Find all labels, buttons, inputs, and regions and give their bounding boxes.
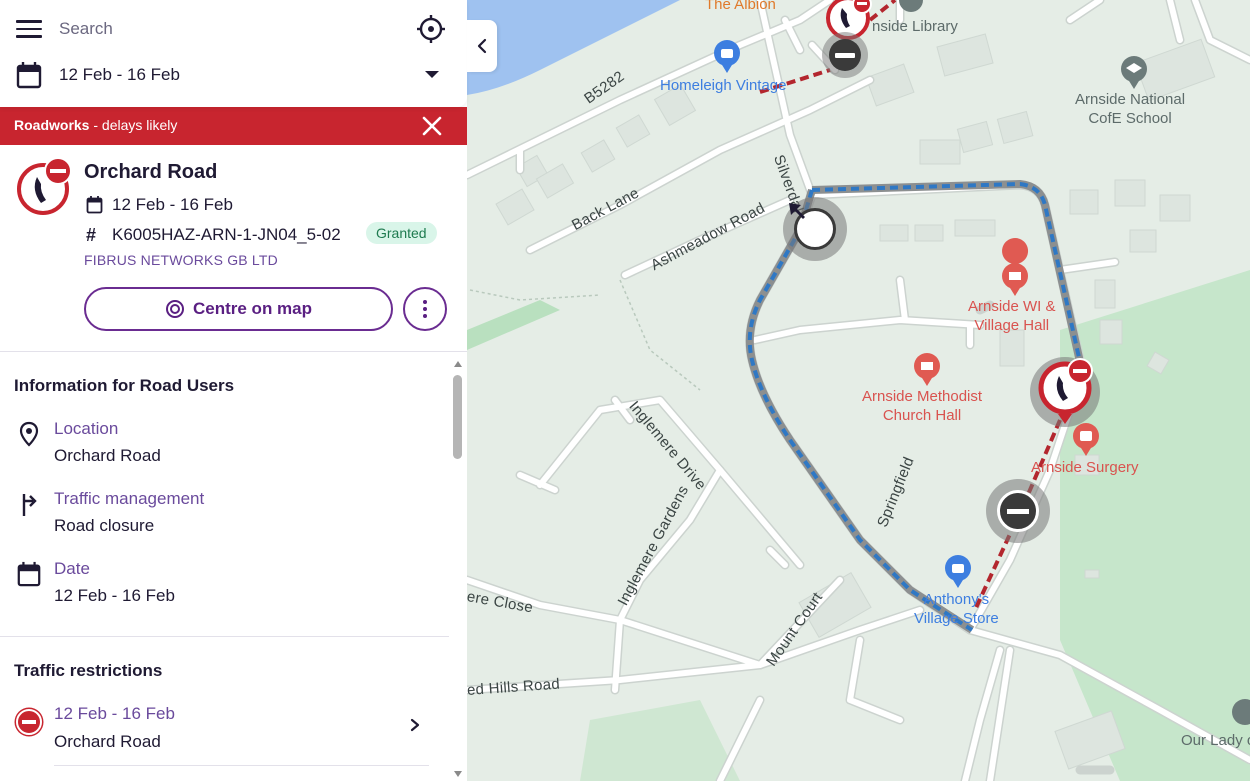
turn-right-icon [22,494,37,516]
scroll-down-arrow-icon[interactable] [454,771,462,777]
search-card: 12 Feb - 16 Feb [0,0,467,107]
date-range-value: 12 Feb - 16 Feb [59,65,180,84]
search-input[interactable] [59,16,389,42]
poi-label-methodist-church-hall[interactable]: Arnside Methodist Church Hall [862,387,982,425]
date-label: Date [54,559,90,578]
collapse-panel-button[interactable] [467,20,497,72]
poi-label-village-store[interactable]: Anthony's Village Store [914,590,999,628]
poi-label-methodist-line1: Arnside Methodist [862,388,983,405]
works-title: Orchard Road [84,161,218,183]
location-pin-icon [19,421,39,447]
close-icon[interactable] [420,114,444,138]
no-entry-marker-bottom[interactable] [986,479,1050,543]
hash-icon: # [86,225,97,245]
poi-label-school-line2: CofE School [1088,110,1172,127]
date-range-select[interactable]: 12 Feb - 16 Feb [14,60,454,90]
alert-title: Roadworks [14,117,90,133]
poi-label-library: nside Library [872,18,958,35]
centre-on-map-label: Centre on map [192,299,313,318]
poi-label-the-albion: The Albion [705,0,776,13]
menu-icon[interactable] [16,20,42,38]
no-entry-marker-top[interactable] [822,32,868,78]
info-date: Date 12 Feb - 16 Feb [14,559,434,609]
locate-me-icon[interactable] [416,14,446,44]
works-detail-card: Orchard Road 12 Feb - 16 Feb # K6005HAZ-… [0,145,467,352]
poi-label-our-lady[interactable]: Our Lady o [1181,731,1250,750]
poi-label-arnside-surgery[interactable]: Arnside Surgery [1031,458,1139,477]
poi-label-wi-line1: Arnside WI & [968,298,1056,315]
poi-label-school-line1: Arnside National [1075,91,1186,108]
row-divider [54,765,429,766]
restriction-date: 12 Feb - 16 Feb [54,704,175,723]
poi-label-wi-line2: Village Hall [974,317,1050,334]
works-date: 12 Feb - 16 Feb [112,195,233,214]
poi-label-homeleigh-vintage[interactable]: Homeleigh Vintage [660,76,786,95]
alert-subtitle: - delays likely [93,117,178,133]
no-entry-icon [16,709,42,735]
more-options-button[interactable] [403,287,447,331]
poi-label-wi-village-hall[interactable]: Arnside WI & Village Hall [968,297,1056,335]
roadworks-phone-icon [1030,357,1100,427]
works-organisation[interactable]: FIBRUS NETWORKS GB LTD [84,252,278,268]
scrollbar-thumb[interactable] [453,375,462,459]
calendar-icon [86,196,103,214]
caret-down-icon [425,71,439,78]
alert-text: Roadworks - delays likely [14,117,177,133]
no-entry-icon [997,490,1039,532]
poi-label-store-line2: Village Store [914,610,999,627]
restriction-item[interactable]: 12 Feb - 16 Feb Orchard Road [14,704,434,762]
location-value: Orchard Road [54,446,161,465]
scrollbar[interactable] [449,352,467,781]
calendar-icon [17,561,41,587]
chevron-left-icon [477,38,487,54]
side-panel: 12 Feb - 16 Feb Roadworks - delays likel… [0,0,467,781]
restrictions-heading: Traffic restrictions [14,661,163,680]
info-location: Location Orchard Road [14,419,434,469]
alert-banner: Roadworks - delays likely [0,107,467,145]
target-icon [165,300,184,318]
info-traffic-management: Traffic management Road closure [14,489,434,539]
more-vertical-icon [423,300,427,304]
centre-on-map-button[interactable]: Centre on map [84,287,393,331]
works-reference: K6005HAZ-ARN-1-JN04_5-02 [112,225,341,244]
scroll-up-arrow-icon[interactable] [454,361,462,367]
chevron-right-icon [410,718,420,732]
date-value: 12 Feb - 16 Feb [54,586,175,605]
calendar-icon [16,62,42,89]
poi-label-store-line1: Anthony's [923,591,990,608]
roadworks-phone-icon [17,157,72,215]
diversion-arrow-marker[interactable] [783,197,847,261]
poi-label-methodist-line2: Church Hall [882,407,962,424]
traffic-management-value: Road closure [54,516,155,535]
arrow-up-left-icon [789,203,836,250]
status-badge: Granted [366,222,437,244]
no-entry-icon [829,39,861,71]
info-heading: Information for Road Users [14,376,235,395]
traffic-management-label: Traffic management [54,489,205,508]
section-divider [0,636,449,637]
details-scroll-area[interactable]: Information for Road Users Location Orch… [0,352,467,781]
poi-label-arnside-school[interactable]: Arnside National CofE School [1075,90,1185,128]
works-marker-selected[interactable] [1030,356,1102,428]
restriction-road: Orchard Road [54,732,161,751]
location-label: Location [54,419,119,438]
